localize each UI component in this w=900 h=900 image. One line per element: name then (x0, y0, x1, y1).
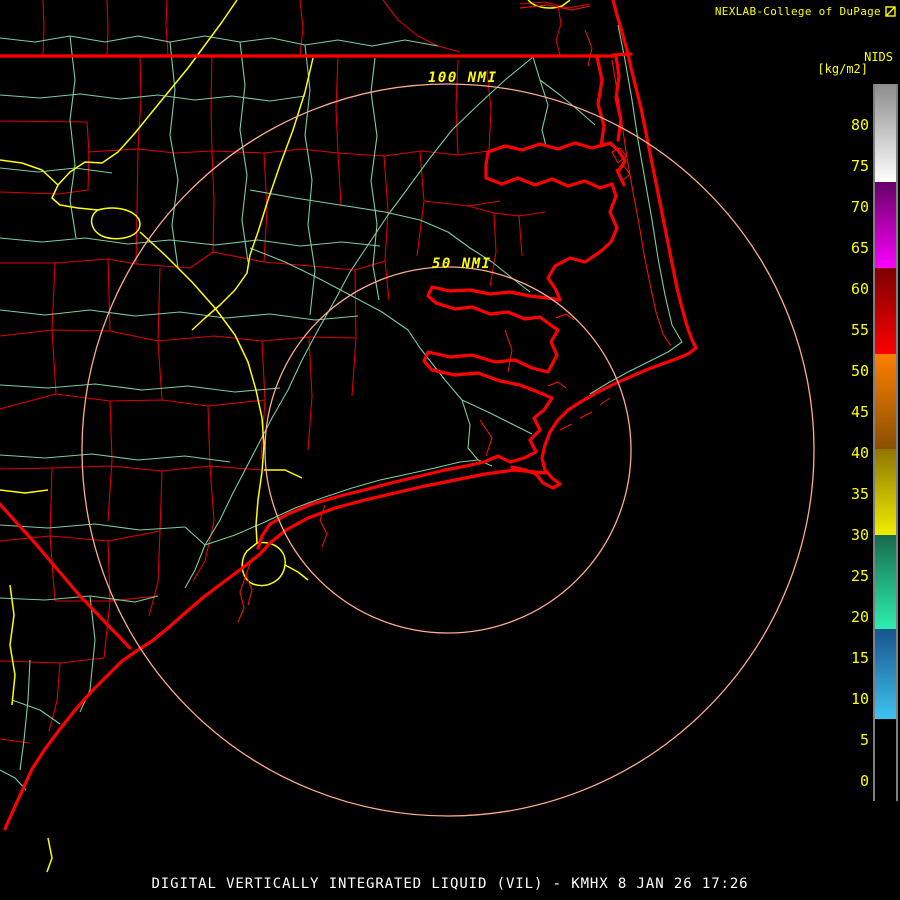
colorbar-tick-label: 25 (850, 566, 869, 585)
highways-layer (0, 0, 571, 873)
colorbar-band (875, 354, 896, 449)
colorbar-tick-label: 75 (850, 156, 869, 175)
colorbar-tick-label: 50 (850, 361, 869, 380)
albemarle-south-pamlico-north (426, 176, 619, 305)
colorbar-tick-label: 35 (850, 484, 869, 503)
albemarle-west-end (484, 150, 490, 180)
cod-logo-icon (885, 6, 896, 17)
colorbar-tick-label: 70 (850, 197, 869, 216)
colorbar-tick-label: 40 (850, 443, 869, 462)
roads-layer (0, 24, 683, 791)
cape-lookout (510, 418, 562, 490)
coastline-layer (0, 0, 698, 831)
colorbar-band (875, 268, 896, 355)
colorbar-tick-label: 5 (859, 730, 869, 749)
colorbar-tick-label: 45 (850, 402, 869, 421)
county-borders-layer (0, 0, 591, 744)
range-ring-50nmi (264, 266, 632, 634)
range-rings-layer (81, 83, 815, 817)
colorbar-tick-label: 15 (850, 648, 869, 667)
colorbar-tick-label: 60 (850, 279, 869, 298)
outer-banks (556, 0, 698, 422)
neuse-south-downeast (430, 368, 554, 472)
bogue-banks (258, 468, 547, 556)
colorbar-tick-label: 20 (850, 607, 869, 626)
map-canvas (0, 0, 815, 873)
state-border-south (0, 502, 132, 650)
range-ring-100nmi (81, 83, 815, 817)
colorbar-band (875, 448, 896, 535)
colorbar-heading: NIDS [kg/m2] (817, 51, 893, 75)
south-coast (3, 552, 262, 831)
colorbar-tick-label: 65 (850, 238, 869, 257)
brand-header: NEXLAB-College of DuPage (715, 5, 896, 18)
colorbar (873, 84, 898, 801)
radar-display: 100 NMI 50 NMI NEXLAB-College of DuPage … (0, 0, 900, 900)
range-ring-label-50: 50 NMI (432, 256, 492, 272)
brand-text: NEXLAB-College of DuPage (714, 5, 881, 18)
colorbar-band (875, 719, 896, 801)
colorbar-units: [kg/m2] (817, 62, 868, 76)
state-border-north (0, 52, 633, 58)
colorbar-tick-label: 0 (859, 771, 869, 790)
colorbar-band (875, 628, 896, 720)
range-ring-label-100: 100 NMI (428, 70, 498, 86)
colorbar-band (875, 534, 896, 629)
pamlico-south-neuse-north (422, 301, 560, 374)
albemarle-north-shore (486, 55, 627, 187)
colorbar-tick-label: 10 (850, 689, 869, 708)
colorbar-band (875, 84, 896, 183)
colorbar-tick-label: 55 (850, 320, 869, 339)
colorbar-band (875, 182, 896, 269)
colorbar-tick-label: 80 (850, 115, 869, 134)
product-title: DIGITAL VERTICALLY INTEGRATED LIQUID (VI… (151, 876, 749, 892)
colorbar-tick-label: 30 (850, 525, 869, 544)
